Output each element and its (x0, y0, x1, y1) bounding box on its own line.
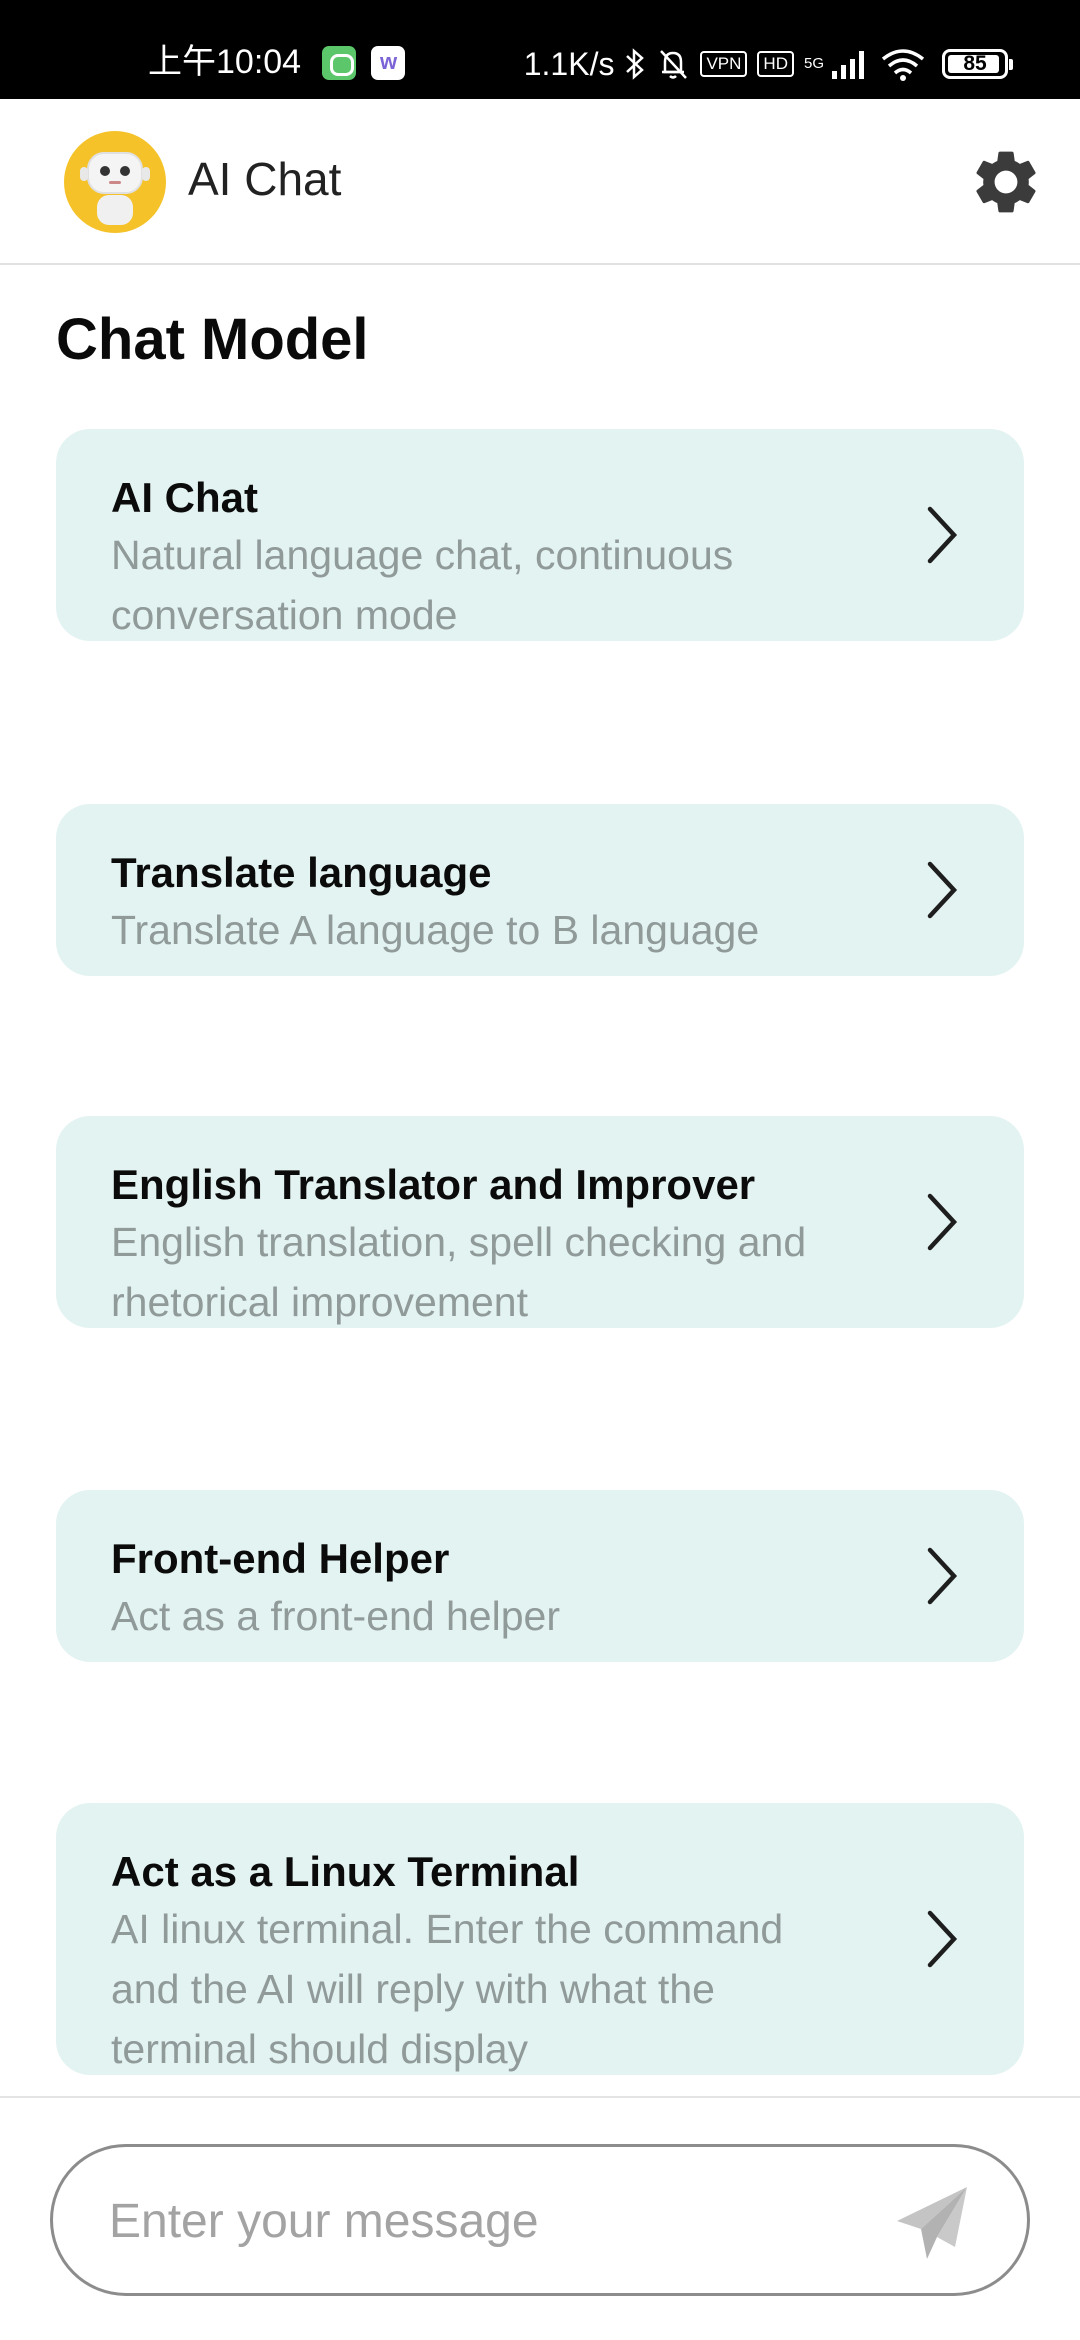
signal-icon (832, 51, 864, 79)
card-description: AI linux terminal. Enter the command and… (111, 1906, 784, 2072)
model-card-translate-language[interactable]: Translate language Translate A language … (56, 804, 1024, 976)
card-title: Front-end Helper (111, 1535, 450, 1582)
hd-badge: HD (757, 51, 794, 77)
settings-gear-icon[interactable] (968, 144, 1044, 220)
mute-bell-icon (660, 50, 688, 79)
wifi-icon (881, 49, 925, 81)
network-type: 5G (803, 55, 824, 72)
app-notification-icon-2 (371, 46, 405, 80)
app-header: AI Chat (0, 99, 1080, 265)
app-title: AI Chat (188, 153, 342, 205)
card-title: AI Chat (111, 474, 258, 521)
card-description: Translate A language to B language (111, 907, 760, 953)
battery-icon: 85 (942, 49, 1013, 79)
card-description: Natural language chat, continuous conver… (111, 532, 734, 638)
section-title: Chat Model (56, 307, 369, 372)
chat-model-list: AI Chat Natural language chat, continuou… (0, 410, 1080, 2096)
model-card-front-end-helper[interactable]: Front-end Helper Act as a front-end help… (56, 1490, 1024, 1662)
model-card-ai-chat[interactable]: AI Chat Natural language chat, continuou… (56, 429, 1024, 641)
battery-level: 85 (963, 52, 987, 75)
status-time: 上午10:04 (148, 43, 302, 81)
status-bar: 上午10:04 1.1K/s VPN HD 5G 8 (0, 0, 1080, 99)
card-title: English Translator and Improver (111, 1161, 756, 1208)
model-card-linux-terminal[interactable]: Act as a Linux Terminal AI linux termina… (56, 1803, 1024, 2075)
chevron-right-icon (927, 1193, 958, 1251)
message-input-container (50, 2144, 1030, 2296)
chevron-right-icon (927, 1547, 958, 1605)
message-composer (0, 2096, 1080, 2340)
robot-avatar-icon (64, 131, 166, 233)
chevron-right-icon (927, 1910, 958, 1968)
status-icons: 1.1K/s VPN HD 5G 85 (523, 42, 1013, 86)
chevron-right-icon (927, 506, 958, 564)
card-title: Act as a Linux Terminal (111, 1848, 580, 1895)
vpn-badge: VPN (700, 51, 748, 77)
card-description: English translation, spell checking and … (111, 1219, 807, 1325)
bluetooth-icon (626, 48, 645, 80)
card-description: Act as a front-end helper (111, 1593, 560, 1639)
message-input[interactable] (109, 2185, 909, 2257)
chevron-right-icon (927, 861, 958, 919)
send-icon[interactable] (891, 2181, 975, 2265)
model-card-english-translator[interactable]: English Translator and Improver English … (56, 1116, 1024, 1328)
network-speed: 1.1K/s (523, 45, 615, 82)
app-notification-icon (322, 46, 356, 80)
card-title: Translate language (111, 849, 492, 896)
